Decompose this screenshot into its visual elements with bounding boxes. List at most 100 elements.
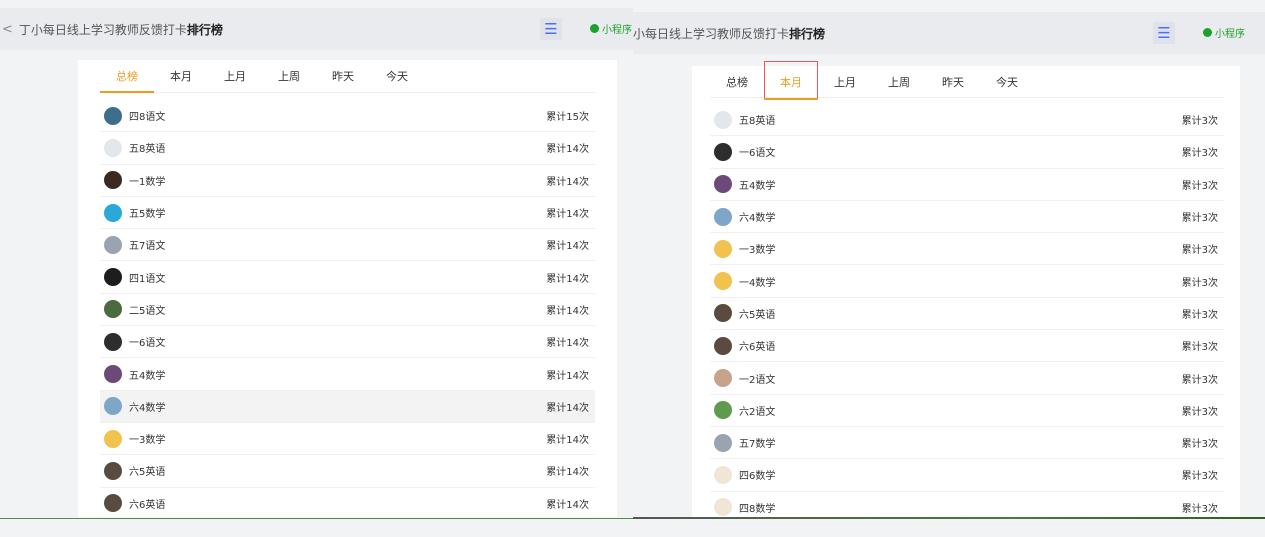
checkin-count: 累计3次 [1181,180,1218,192]
mini-program-link[interactable]: 小程序 [1203,25,1245,40]
class-name: 六5英语 [129,467,166,479]
tab-1[interactable]: 本月 [764,61,818,100]
avatar [714,401,732,420]
list-item[interactable]: 五4数学 累计14次 [100,358,595,391]
checkin-count: 累计14次 [546,499,589,511]
menu-icon[interactable]: ☰ [1153,22,1175,44]
class-name: 四6数学 [739,471,776,483]
list-item[interactable]: 一6语文 累计14次 [100,326,595,359]
tab-0[interactable]: 总榜 [100,60,154,93]
class-name: 五4数学 [739,180,776,192]
avatar [104,494,122,513]
checkin-count: 累计3次 [1181,439,1218,451]
tab-4[interactable]: 昨天 [316,60,370,92]
mini-program-link[interactable]: 小程序 [590,21,632,36]
page-title-ranking: 排行榜 [789,26,826,41]
tab-4[interactable]: 昨天 [926,66,980,97]
list-item[interactable]: 一3数学 累计3次 [710,233,1224,266]
avatar [104,203,122,222]
list-item[interactable]: 六6英语 累计14次 [100,488,595,520]
checkin-count: 累计3次 [1181,213,1218,225]
checkin-count: 累计3次 [1181,148,1218,160]
checkin-count: 累计14次 [546,338,589,350]
class-name: 二5语文 [129,305,166,317]
list-item[interactable]: 五7数学 累计3次 [710,427,1224,460]
avatar [714,272,732,291]
list-item[interactable]: 四6数学 累计3次 [710,459,1224,492]
class-name: 一6语文 [739,148,776,160]
list-item[interactable]: 一3数学 累计14次 [100,423,595,456]
list-item[interactable]: 四8语文 累计15次 [100,100,595,133]
tab-3[interactable]: 上周 [262,60,316,92]
list-item[interactable]: 二5语文 累计14次 [100,294,595,327]
avatar [104,300,122,319]
tab-1[interactable]: 本月 [154,60,208,92]
back-chevron-icon[interactable]: < [2,22,13,37]
avatar [104,365,122,384]
tab-2[interactable]: 上月 [208,60,262,92]
class-name: 五4数学 [129,370,166,382]
left-screenshot-pane: < 丁小每日线上学习教师反馈打卡 排行榜 ☰ 小程序 总榜 本月 上月 上周 昨天 今天 … [0,0,633,537]
mini-program-icon [590,24,599,33]
tab-0[interactable]: 总榜 [710,66,764,97]
list-item[interactable]: 六2语文 累计3次 [710,395,1224,427]
list-item[interactable]: 六4数学 累计3次 [710,201,1224,234]
list-item[interactable]: 一1数学 累计14次 [100,165,595,197]
list-item[interactable]: 一4数学 累计3次 [710,265,1224,298]
checkin-count: 累计3次 [1181,116,1218,128]
checkin-count: 累计14次 [546,305,589,317]
avatar [714,207,732,226]
checkin-count: 累计14次 [546,402,589,414]
list-item[interactable]: 六4数学 累计14次 [100,390,595,423]
ranking-card: 总榜 本月 上月 上周 昨天 今天 四8语文 累计15次 五8英语 累计14次 一1数学 累计14次… [78,60,617,520]
avatar [104,461,122,480]
checkin-count: 累计14次 [546,273,589,285]
list-item[interactable]: 五7语文 累计14次 [100,229,595,262]
page-title-ranking: 排行榜 [186,22,223,37]
list-item[interactable]: 一6语文 累计3次 [710,136,1224,169]
avatar [714,369,732,388]
avatar [714,465,732,484]
list-item[interactable]: 六5英语 累计3次 [710,298,1224,331]
menu-icon[interactable]: ☰ [540,18,562,40]
checkin-count: 累计15次 [546,112,589,124]
list-item[interactable]: 一2语文 累计3次 [710,362,1224,395]
checkin-count: 累计3次 [1181,406,1218,418]
ranking-list: 五8英语 累计3次 一6语文 累计3次 五4数学 累计3次 六4数学 累计3次 一3数学 累计3次… [710,104,1224,524]
avatar [714,239,732,258]
list-item[interactable]: 五8英语 累计3次 [710,104,1224,137]
list-item[interactable]: 六5英语 累计14次 [100,455,595,488]
list-item[interactable]: 六6英语 累计3次 [710,330,1224,363]
page-title: 丁小每日线上学习教师反馈打卡 [18,22,187,37]
right-screenshot-pane: 小每日线上学习教师反馈打卡 排行榜 ☰ 小程序 总榜 本月 上月 上周 昨天 今天 五8英… [633,0,1265,537]
list-item[interactable]: 五5数学 累计14次 [100,197,595,230]
list-item[interactable]: 五4数学 累计3次 [710,169,1224,201]
avatar [104,138,122,157]
class-name: 一4数学 [739,277,776,289]
checkin-count: 累计14次 [546,241,589,253]
ranking-card: 总榜 本月 上月 上周 昨天 今天 五8英语 累计3次 一6语文 累计3次 五4数学 累计3次 六4数… [692,61,1240,524]
tab-5[interactable]: 今天 [980,66,1034,97]
avatar [104,429,122,448]
class-name: 四8数学 [739,503,776,515]
tab-3[interactable]: 上周 [872,66,926,97]
class-name: 六6英语 [129,499,166,511]
checkin-count: 累计3次 [1181,277,1218,289]
list-item[interactable]: 四1语文 累计14次 [100,261,595,294]
mini-program-icon [1203,28,1212,37]
checkin-count: 累计14次 [546,467,589,479]
checkin-count: 累计14次 [546,144,589,156]
tab-5[interactable]: 今天 [370,60,424,92]
class-name: 六5英语 [739,309,776,321]
list-item[interactable]: 五8英语 累计14次 [100,132,595,165]
title-bar: < 丁小每日线上学习教师反馈打卡 排行榜 ☰ 小程序 [0,8,633,50]
list-item[interactable]: 四8数学 累计3次 [710,492,1224,524]
class-name: 一2语文 [739,374,776,386]
tab-2[interactable]: 上月 [818,66,872,97]
avatar [714,498,732,517]
checkin-count: 累计14次 [546,370,589,382]
avatar [714,433,732,452]
class-name: 四1语文 [129,273,166,285]
class-name: 五5数学 [129,209,166,221]
avatar [714,142,732,161]
